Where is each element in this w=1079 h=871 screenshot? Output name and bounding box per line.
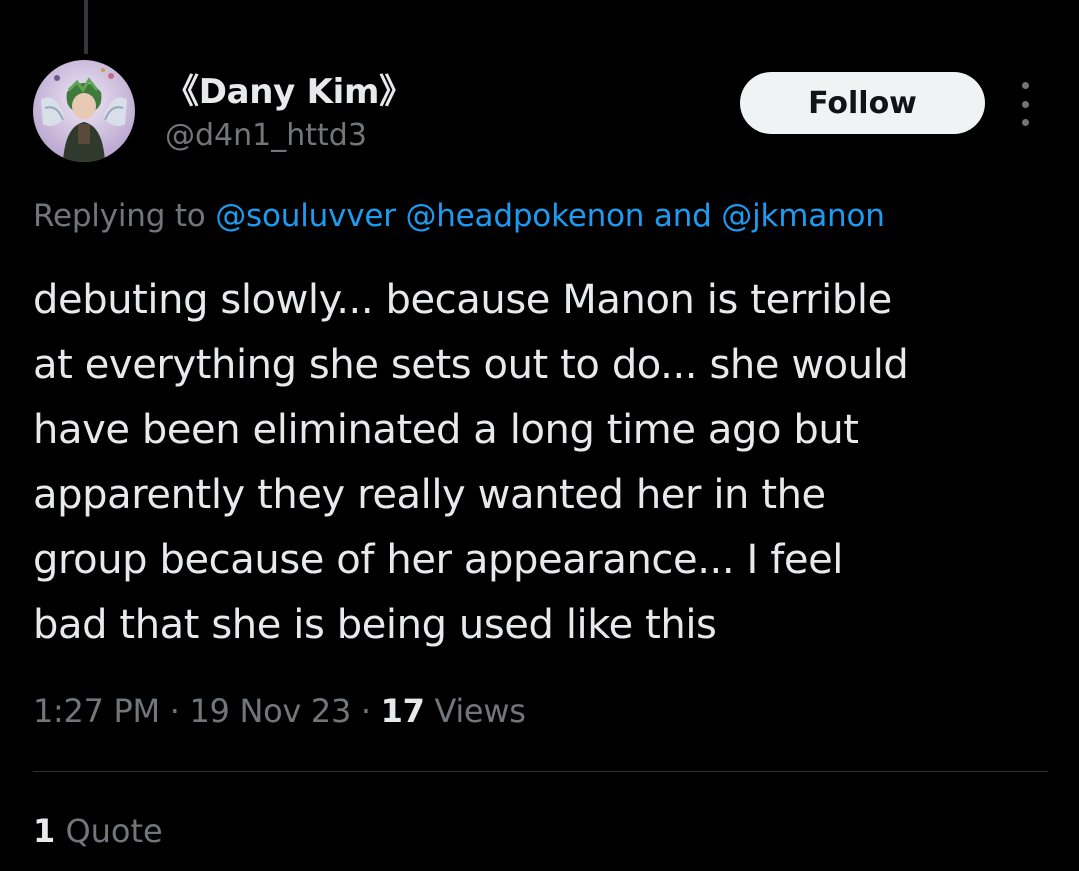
more-icon-dot [1021, 100, 1029, 108]
thread-connector-line [84, 0, 88, 54]
tweet-text-line: at everything she sets out to do... she … [33, 342, 909, 388]
divider [33, 771, 1048, 772]
author-display-name[interactable]: 《Dany Kim》 [165, 64, 413, 113]
more-icon-dot [1021, 119, 1029, 126]
follow-button[interactable]: Follow [740, 72, 985, 134]
mention-separator-and[interactable]: and [644, 198, 721, 234]
avatar-image [33, 60, 135, 162]
quote-count: 1 [33, 812, 56, 850]
tweet-text: debuting slowly... because Manon is terr… [33, 268, 1043, 658]
views-label: Views [424, 692, 526, 730]
avatar[interactable] [33, 60, 135, 162]
tweet-text-line: debuting slowly... because Manon is terr… [33, 277, 892, 323]
quotes-link[interactable]: 1 Quote [33, 812, 163, 850]
views-count: 17 [380, 692, 425, 730]
tweet-date[interactable]: 19 Nov 23 [189, 692, 351, 730]
mention-headpokenon[interactable]: @headpokenon [405, 198, 644, 234]
mention-jkmanon[interactable]: @jkmanon [721, 198, 885, 234]
tweet-text-line: bad that she is being used like this [33, 602, 717, 648]
mention-separator [396, 198, 406, 234]
tweet-text-line: apparently they really wanted her in the [33, 472, 826, 518]
tweet-time[interactable]: 1:27 PM [33, 692, 160, 730]
quote-label: Quote [55, 812, 163, 850]
reply-context: Replying to @souluvver @headpokenon and … [33, 198, 885, 234]
tweet-text-line: group because of her appearance... I fee… [33, 537, 844, 583]
meta-separator: · [159, 692, 190, 730]
more-icon-dot [1021, 82, 1029, 89]
author-handle[interactable]: @d4n1_httd3 [165, 118, 367, 153]
meta-separator: · [351, 692, 381, 730]
tweet-text-line: have been eliminated a long time ago but [33, 407, 859, 453]
mention-souluvver[interactable]: @souluvver [215, 198, 396, 234]
tweet-meta: 1:27 PM · 19 Nov 23 · 17 Views [33, 692, 526, 730]
reply-context-prefix: Replying to [33, 198, 216, 234]
more-vertical-icon[interactable] [1010, 82, 1040, 126]
